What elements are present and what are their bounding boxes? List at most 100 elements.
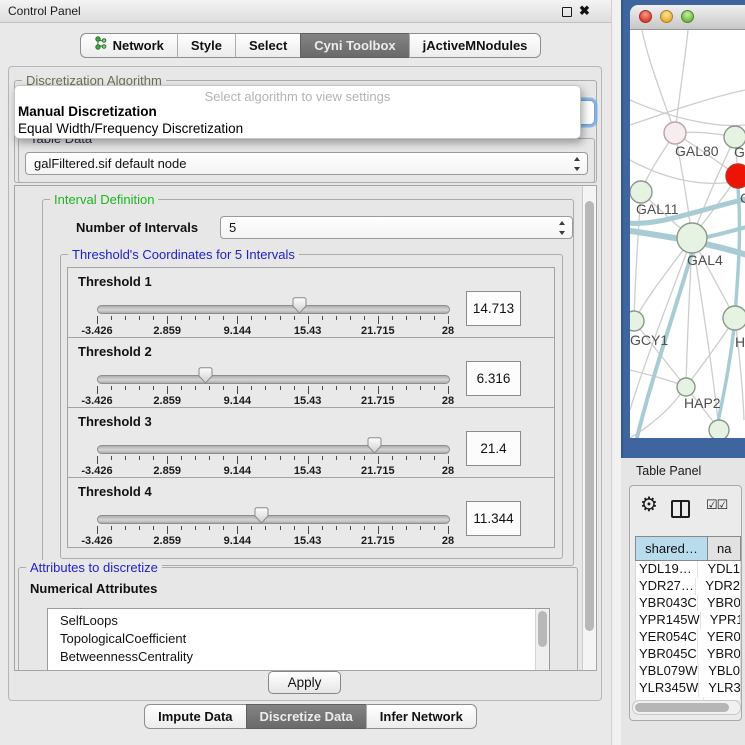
threshold-label: Threshold 1 xyxy=(78,274,152,289)
network-node-label-gal11: GAL11 xyxy=(636,201,679,217)
table-panel-area: Table Panel ⚙ ☑☑ shared… na YDL19…YDL1YD… xyxy=(621,458,745,745)
table-horizontal-scrollbar-thumb[interactable] xyxy=(635,703,729,712)
attribute-item-betweennesscentrality[interactable]: BetweennessCentrality xyxy=(48,648,549,666)
threshold-value-field[interactable]: 21.4 xyxy=(466,431,521,466)
table-row[interactable]: YER054CYER0 xyxy=(636,629,740,646)
algorithm-option-manual-discretization[interactable]: Manual Discretization xyxy=(18,104,157,119)
table-row[interactable]: YPR145WYPR1 xyxy=(636,612,740,629)
attributes-scrollbar[interactable] xyxy=(535,609,549,671)
cell-name: YBR0 xyxy=(698,595,741,612)
cell-name: YER0 xyxy=(698,629,741,646)
interval-definition-group: Interval Definition Number of Intervals … xyxy=(42,199,574,566)
table-row[interactable]: YDL19…YDL1 xyxy=(636,561,740,578)
gear-icon[interactable]: ⚙ xyxy=(640,492,658,517)
threshold-value-field[interactable]: 6.316 xyxy=(466,361,521,396)
table-horizontal-scrollbar[interactable] xyxy=(632,700,741,715)
tab-jactivemnodules[interactable]: jActiveMNodules xyxy=(409,33,542,58)
network-edge[interactable] xyxy=(630,100,745,126)
network-node-label-hap2: HAP2 xyxy=(684,395,721,411)
network-node[interactable] xyxy=(664,122,686,144)
thresholds-group-title: Threshold's Coordinates for 5 Intervals xyxy=(68,247,299,262)
number-of-intervals-label: Number of Intervals xyxy=(76,220,198,235)
network-canvas-svg: GAL80GACGAL11GAL4GCY1HHAP2 xyxy=(630,30,745,438)
network-icon xyxy=(94,34,108,57)
tab-style[interactable]: Style xyxy=(177,33,235,58)
cell-shared-name: YBR043C xyxy=(636,595,698,612)
tab-network[interactable]: Network xyxy=(80,33,177,58)
network-canvas[interactable]: GAL80GACGAL11GAL4GCY1HHAP2 xyxy=(630,30,745,438)
column-header-shared-name[interactable]: shared… xyxy=(636,537,708,560)
cell-shared-name: YDL19… xyxy=(636,561,698,578)
apply-button[interactable]: Apply xyxy=(268,671,341,694)
attribute-item-topologicalcoefficient[interactable]: TopologicalCoefficient xyxy=(48,630,549,648)
network-node[interactable] xyxy=(677,223,707,253)
settings-scrollbar[interactable] xyxy=(582,186,596,670)
network-node-label-h: H xyxy=(735,334,745,350)
tab-discretize-data[interactable]: Discretize Data xyxy=(246,704,366,729)
network-node-label-gal80: GAL80 xyxy=(675,143,719,159)
table-row[interactable]: YBR043CYBR0 xyxy=(636,595,740,612)
attribute-item-selfloops[interactable]: SelfLoops xyxy=(48,612,549,630)
minimize-traffic-light-icon[interactable] xyxy=(660,10,673,23)
network-node[interactable] xyxy=(630,181,652,203)
tab-cyni-toolbox[interactable]: Cyni Toolbox xyxy=(300,33,408,58)
network-node[interactable] xyxy=(726,164,745,188)
threshold-slider-track[interactable] xyxy=(97,375,450,384)
combo-arrows-icon xyxy=(556,221,567,235)
tab-infer-network[interactable]: Infer Network xyxy=(366,704,477,729)
table-panel-title: Table Panel xyxy=(636,464,701,478)
threshold-slider-track[interactable] xyxy=(97,515,450,524)
threshold-value-field[interactable]: 11.344 xyxy=(466,501,521,536)
network-node[interactable] xyxy=(677,378,695,396)
network-node-label-c: C xyxy=(740,190,745,206)
threshold-slider-thumb[interactable] xyxy=(292,297,307,314)
table-row[interactable]: YDR27…YDR2 xyxy=(636,578,740,595)
attributes-scrollbar-thumb[interactable] xyxy=(538,611,547,647)
threshold-tick-labels: -3.4262.8599.14415.4321.71528 xyxy=(97,535,448,547)
cell-shared-name: YER054C xyxy=(636,629,698,646)
close-traffic-light-icon[interactable] xyxy=(639,10,652,23)
column-header-name[interactable]: na xyxy=(708,537,740,560)
node-table-rows: YDL19…YDL1YDR27…YDR2YBR043CYBR0YPR145WYP… xyxy=(635,561,741,700)
network-node[interactable] xyxy=(630,311,644,331)
split-panel-icon[interactable] xyxy=(671,500,690,518)
threshold-slider-thumb[interactable] xyxy=(254,507,269,524)
threshold-tick-labels: -3.4262.8599.14415.4321.71528 xyxy=(97,465,448,477)
checkboxes-icon[interactable]: ☑☑ xyxy=(706,497,727,513)
cell-name: YPR1 xyxy=(701,612,741,629)
cell-name: YLR3 xyxy=(699,680,741,697)
threshold-slider-thumb[interactable] xyxy=(198,367,213,384)
tab-label: jActiveMNodules xyxy=(423,34,528,57)
threshold-ticks xyxy=(97,456,448,465)
threshold-label: Threshold 2 xyxy=(78,344,152,359)
cell-name: YBL0 xyxy=(699,663,740,680)
network-node[interactable] xyxy=(723,306,745,330)
table-data-select[interactable]: galFiltered.sif default node xyxy=(25,152,588,175)
threshold-slider-track[interactable] xyxy=(97,445,450,454)
zoom-traffic-light-icon[interactable] xyxy=(681,10,694,23)
table-row[interactable]: YLR345WYLR3 xyxy=(636,680,740,697)
bottom-tab-strip: Impute DataDiscretize DataInfer Network xyxy=(0,704,621,729)
network-node[interactable] xyxy=(709,420,729,438)
threshold-label: Threshold 3 xyxy=(78,414,152,429)
table-row[interactable]: YBL079WYBL0 xyxy=(636,663,740,680)
close-icon[interactable]: ✖ xyxy=(579,3,590,19)
tab-select[interactable]: Select xyxy=(235,33,300,58)
numerical-attributes-list[interactable]: SelfLoopsTopologicalCoefficientBetweenne… xyxy=(47,608,550,671)
threshold-label: Threshold 4 xyxy=(78,484,152,499)
threshold-slider-thumb[interactable] xyxy=(367,437,382,454)
control-panel-titlebar: Control Panel ✖ xyxy=(0,0,621,23)
number-of-intervals-select[interactable]: 5 xyxy=(220,216,573,239)
settings-scrollbar-thumb[interactable] xyxy=(585,201,594,631)
cell-shared-name: YLR345W xyxy=(636,680,699,697)
tab-impute-data[interactable]: Impute Data xyxy=(144,704,245,729)
threshold-slider-track[interactable] xyxy=(97,305,450,314)
algorithm-option-equal-width-frequency-discretization[interactable]: Equal Width/Frequency Discretization xyxy=(18,121,243,136)
threshold-value-field[interactable]: 14.713 xyxy=(466,291,521,326)
control-panel: Control Panel ✖ NetworkStyleSelectCyni T… xyxy=(0,0,621,745)
network-edge[interactable] xyxy=(642,30,675,133)
float-window-icon[interactable] xyxy=(562,7,572,17)
panel-title: Control Panel xyxy=(8,4,81,18)
table-row[interactable]: YBR045CYBR0 xyxy=(636,646,740,663)
node-table-header: shared… na xyxy=(635,536,741,561)
